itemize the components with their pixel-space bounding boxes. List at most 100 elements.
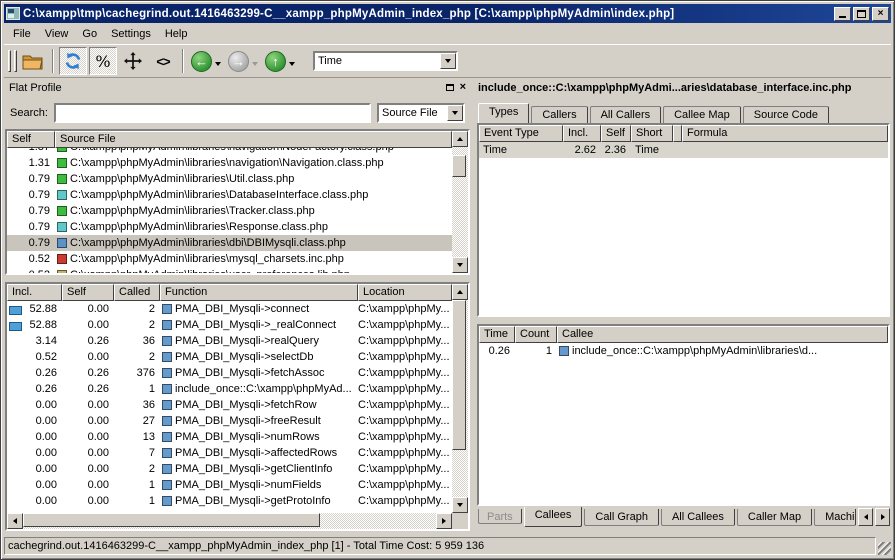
detail-bottom-tab[interactable]: Callees <box>524 507 583 527</box>
column-header-incl[interactable]: Incl. <box>7 284 62 301</box>
detail-bottom-tab[interactable]: Caller Map <box>737 509 812 526</box>
file-row[interactable]: 1.31 C:\xampp\phpMyAdmin\libraries\navig… <box>7 155 452 171</box>
detail-tab[interactable]: Types <box>478 103 529 123</box>
tab-scroll-left-button[interactable] <box>858 508 873 526</box>
menu-item[interactable]: Settings <box>104 26 158 42</box>
column-header-called[interactable]: Called <box>114 284 160 301</box>
function-row[interactable]: 3.14 0.26 36 PMA_DBI_Mysqli->realQuery C… <box>7 333 452 349</box>
back-button[interactable] <box>191 51 212 72</box>
file-row[interactable]: 0.52 C:\xampp\phpMyAdmin\libraries\user_… <box>7 267 452 273</box>
detail-tab[interactable]: All Callers <box>590 106 662 123</box>
column-header-callee[interactable]: Callee <box>557 326 888 343</box>
scroll-left-button[interactable] <box>7 513 23 529</box>
menu-item[interactable]: Help <box>158 26 195 42</box>
scrollbar-track[interactable] <box>452 147 468 257</box>
column-header-event-type[interactable]: Event Type <box>479 125 563 142</box>
column-header-self[interactable]: Self <box>62 284 114 301</box>
combobox-dropdown-button[interactable] <box>440 53 456 69</box>
function-row[interactable]: 0.00 0.00 7 PMA_DBI_Mysqli->affectedRows… <box>7 445 452 461</box>
dock-close-button[interactable]: × <box>460 82 466 93</box>
detail-tab[interactable]: Source Code <box>743 106 829 123</box>
detail-tab[interactable]: Callers <box>531 106 587 123</box>
detail-bottom-tab[interactable]: All Callees <box>661 509 735 526</box>
file-row[interactable]: 0.52 C:\xampp\phpMyAdmin\libraries\mysql… <box>7 251 452 267</box>
search-input[interactable] <box>54 103 371 123</box>
toolbar-drag-handle[interactable] <box>14 50 17 72</box>
scrollbar-track[interactable] <box>23 513 436 529</box>
title-bar[interactable]: C:\xampp\tmp\cachegrind.out.1416463299-C… <box>4 4 891 23</box>
resize-grip-icon[interactable] <box>878 542 891 555</box>
column-header-source-file[interactable]: Source File <box>55 131 452 148</box>
minimize-button[interactable] <box>834 7 851 21</box>
menu-item[interactable]: View <box>38 26 76 42</box>
back-dropdown-icon[interactable] <box>215 62 221 69</box>
event-type-combobox[interactable]: Time <box>313 51 458 71</box>
column-header-self[interactable]: Self <box>601 125 631 142</box>
column-header-self[interactable]: Self <box>7 131 55 148</box>
column-header-location[interactable]: Location <box>358 284 452 301</box>
column-header-count[interactable]: Count <box>515 326 557 343</box>
function-row[interactable]: 0.00 0.00 13 PMA_DBI_Mysqli->numRows C:\… <box>7 429 452 445</box>
cell-called: 2 <box>114 317 160 333</box>
file-row[interactable]: 0.79 C:\xampp\phpMyAdmin\libraries\dbi\D… <box>7 235 452 251</box>
forward-dropdown-icon[interactable] <box>252 62 258 69</box>
move-tool-button[interactable] <box>119 47 147 75</box>
percentage-toggle-button[interactable]: % <box>89 47 117 75</box>
event-type-row[interactable]: Time 2.62 2.36 Time <box>479 142 888 158</box>
grouping-combobox[interactable]: Source File <box>377 103 465 123</box>
function-row[interactable]: 0.26 0.26 376 PMA_DBI_Mysqli->fetchAssoc… <box>7 365 452 381</box>
scrollbar-thumb[interactable] <box>23 513 320 527</box>
file-list-vertical-scrollbar[interactable] <box>452 131 468 273</box>
scroll-up-button[interactable] <box>452 131 468 147</box>
menu-item[interactable]: Go <box>75 26 104 42</box>
function-row[interactable]: 52.88 0.00 2 PMA_DBI_Mysqli->_realConnec… <box>7 317 452 333</box>
file-row[interactable]: 0.79 C:\xampp\phpMyAdmin\libraries\Track… <box>7 203 452 219</box>
detail-bottom-tab[interactable]: Call Graph <box>584 509 659 526</box>
file-row[interactable]: 0.79 C:\xampp\phpMyAdmin\libraries\Respo… <box>7 219 452 235</box>
scrollbar-track[interactable] <box>452 300 468 497</box>
column-header-formula[interactable]: Formula <box>682 125 888 142</box>
maximize-button[interactable] <box>853 7 870 21</box>
file-row[interactable]: 1.37 C:\xampp\phpMyAdmin\libraries\navig… <box>7 148 452 155</box>
function-row[interactable]: 52.88 0.00 2 PMA_DBI_Mysqli->connect C:\… <box>7 301 452 317</box>
detail-bottom-tab[interactable]: Machine <box>814 509 856 526</box>
scroll-up-button[interactable] <box>452 284 468 300</box>
function-row[interactable]: 0.00 0.00 1 PMA_DBI_Mysqli->getProtoInfo… <box>7 493 452 509</box>
file-row[interactable]: 0.79 C:\xampp\phpMyAdmin\libraries\Util.… <box>7 171 452 187</box>
function-row[interactable]: 0.00 0.00 36 PMA_DBI_Mysqli->fetchRow C:… <box>7 397 452 413</box>
up-dropdown-icon[interactable] <box>289 62 295 69</box>
up-button[interactable] <box>265 51 286 72</box>
function-table-horizontal-scrollbar[interactable] <box>7 513 452 529</box>
scrollbar-thumb[interactable] <box>452 300 466 450</box>
toolbar-drag-handle[interactable] <box>8 50 11 72</box>
tab-scroll-right-button[interactable] <box>875 508 890 526</box>
callee-row[interactable]: 0.26 1 include_once::C:\xampp\phpMyAdmin… <box>479 343 888 359</box>
column-header-incl[interactable]: Incl. <box>563 125 601 142</box>
open-folder-icon <box>22 53 44 70</box>
open-file-button[interactable] <box>19 47 47 75</box>
function-table-vertical-scrollbar[interactable] <box>452 284 468 513</box>
column-header-function[interactable]: Function <box>160 284 358 301</box>
function-row[interactable]: 0.00 0.00 2 PMA_DBI_Mysqli->getClientInf… <box>7 461 452 477</box>
detail-tab[interactable]: Callee Map <box>663 106 741 123</box>
column-header-short[interactable]: Short <box>631 125 673 142</box>
reload-button[interactable] <box>59 47 87 75</box>
close-button[interactable]: × <box>872 7 889 21</box>
scroll-right-button[interactable] <box>436 513 452 529</box>
scroll-down-button[interactable] <box>452 497 468 513</box>
detail-bottom-tab[interactable]: Parts <box>478 509 522 524</box>
column-header-time[interactable]: Time <box>479 326 515 343</box>
function-row[interactable]: 0.26 0.26 1 include_once::C:\xampp\phpMy… <box>7 381 452 397</box>
forward-button[interactable] <box>228 51 249 72</box>
dock-float-button[interactable] <box>446 84 454 91</box>
file-row[interactable]: 0.79 C:\xampp\phpMyAdmin\libraries\Datab… <box>7 187 452 203</box>
function-row[interactable]: 0.52 0.00 2 PMA_DBI_Mysqli->selectDb C:\… <box>7 349 452 365</box>
function-row[interactable]: 0.00 0.00 27 PMA_DBI_Mysqli->freeResult … <box>7 413 452 429</box>
menu-item[interactable]: File <box>6 26 38 42</box>
combobox-dropdown-button[interactable] <box>447 105 463 121</box>
function-row[interactable]: 0.00 0.00 1 PMA_DBI_Mysqli->numFields C:… <box>7 477 452 493</box>
relative-cost-button[interactable]: <> <box>149 47 177 75</box>
scrollbar-thumb[interactable] <box>452 155 466 177</box>
dock-header[interactable]: Flat Profile × <box>5 79 470 96</box>
scroll-down-button[interactable] <box>452 257 468 273</box>
